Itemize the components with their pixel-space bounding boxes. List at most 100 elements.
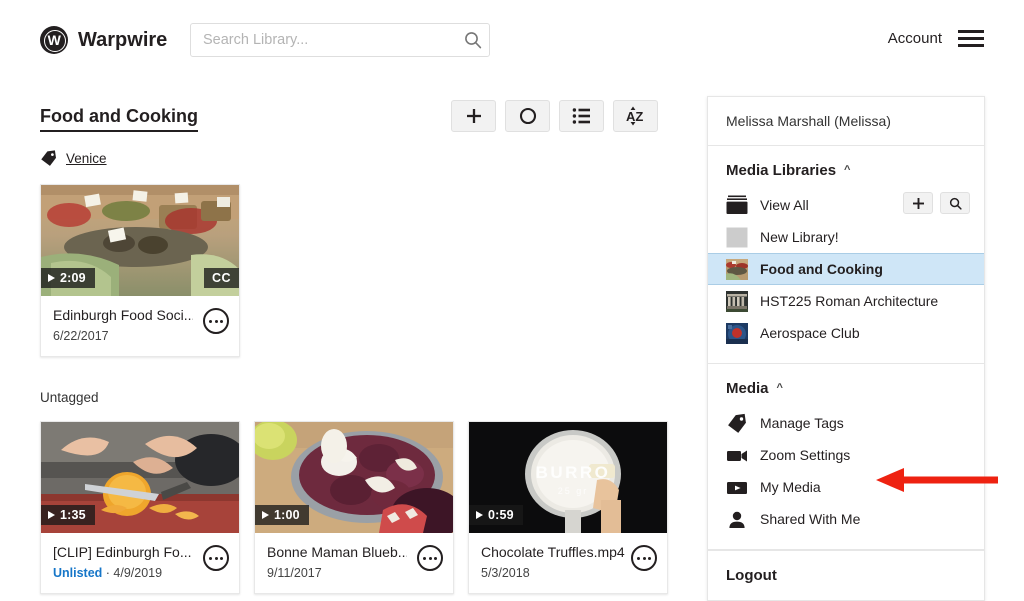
account-menu[interactable]: Account [888,30,984,47]
media-date: 4/9/2019 [113,566,163,580]
duration-badge: 2:09 [41,268,95,288]
media-card-body: Bonne Maman Blueb... 9/11/2017 [255,533,453,593]
media-card-body: [CLIP] Edinburgh Fo... Unlisted · 4/9/20… [41,533,239,593]
sidebar-item-label: Food and Cooking [760,261,883,277]
sidebar-item-label: My Media [760,479,821,495]
play-icon [262,511,269,519]
page-title: Food and Cooking [40,106,198,132]
media-thumbnail[interactable]: BURRO 25 gr 0:59 [469,422,667,533]
chevron-up-icon[interactable]: ^ [777,382,783,394]
sidebar-item-label: Shared With Me [760,511,861,527]
media-libraries-header[interactable]: Media Libraries ^ [708,146,984,189]
blank-thumbnail-icon [726,227,748,247]
media-thumbnail[interactable]: 2:09 CC [41,185,239,296]
media-options-button[interactable] [631,545,657,571]
video-camera-icon [727,450,747,461]
sidebar-item-label: Aerospace Club [760,325,860,341]
svg-text:AZ: AZ [626,109,643,124]
architecture-thumbnail-icon [726,290,748,312]
media-title[interactable]: [CLIP] Edinburgh Fo... [53,543,193,561]
meta-separator: · [102,566,114,580]
panel-username: Melissa Marshall (Melissa) [708,97,984,146]
section-title: Media [726,380,769,397]
section-title: Media Libraries [726,162,837,179]
media-options-button[interactable] [417,545,443,571]
media-options-button[interactable] [203,545,229,571]
search-libraries-button[interactable] [940,192,970,214]
play-icon [476,511,483,519]
food-thumbnail-icon [726,258,748,280]
record-button[interactable] [505,100,550,132]
tag-icon [41,150,56,166]
search-input[interactable] [191,32,457,48]
hamburger-menu-icon[interactable] [958,30,984,47]
sidebar-item-label: HST225 Roman Architecture [760,293,939,309]
brand-logo[interactable]: W Warpwire [40,26,167,54]
play-icon [48,511,55,519]
app-header: W Warpwire Account [0,0,1024,80]
media-libraries-section: Media Libraries ^ View All New Library! … [708,146,984,364]
media-title[interactable]: Edinburgh Food Soci... [53,306,193,324]
duration-badge: 0:59 [469,505,523,525]
sidebar-item-label: New Library! [760,229,839,245]
brand-initial: W [47,32,61,48]
sidebar-item-manage-tags[interactable]: Manage Tags [708,407,984,439]
warpwire-logo-icon: W [40,26,68,54]
sidebar-item-my-media[interactable]: My Media [708,471,984,503]
sort-button[interactable]: AZ [613,100,658,132]
library-toolbar: AZ [451,100,658,132]
media-title[interactable]: Bonne Maman Blueb... [267,543,407,561]
sidebar-item-hst225-roman-architecture[interactable]: HST225 Roman Architecture [708,285,984,317]
tag-group-header[interactable]: Venice [40,150,107,167]
play-icon [48,274,55,282]
media-section: Media ^ Manage Tags Zoom Settings My Med… [708,364,984,550]
status-badge: Unlisted [53,566,103,580]
list-view-button[interactable] [559,100,604,132]
media-date: 9/11/2017 [267,566,322,580]
sidebar-item-new-library[interactable]: New Library! [708,221,984,253]
svg-text:BURRO: BURRO [536,463,611,482]
search-icon[interactable] [457,31,489,49]
untagged-group-header: Untagged [40,390,99,405]
brand-name: Warpwire [78,28,168,51]
stacked-books-icon [726,195,748,214]
duration-label: 1:00 [274,508,300,522]
media-card[interactable]: 1:35 [CLIP] Edinburgh Fo... Unlisted · 4… [40,421,240,594]
media-date: 6/22/2017 [53,329,109,343]
add-library-button[interactable] [903,192,933,214]
media-thumbnail[interactable]: 1:35 [41,422,239,533]
media-card[interactable]: BURRO 25 gr 0:59 Chocolate Truffles.mp4 … [468,421,668,594]
media-options-button[interactable] [203,308,229,334]
chevron-up-icon[interactable]: ^ [844,164,850,176]
media-title[interactable]: Chocolate Truffles.mp4 [481,543,631,561]
account-label[interactable]: Account [888,30,942,47]
svg-text:25 gr: 25 gr [558,486,589,496]
media-meta: Unlisted · 4/9/2019 [53,566,227,580]
duration-label: 0:59 [488,508,514,522]
tag-label[interactable]: Venice [66,151,107,166]
duration-label: 2:09 [60,271,86,285]
tag-icon [728,413,746,433]
duration-badge: 1:35 [41,505,95,525]
sidebar-item-zoom-settings[interactable]: Zoom Settings [708,439,984,471]
sidebar-item-food-and-cooking[interactable]: Food and Cooking [708,253,984,285]
media-thumbnail[interactable]: 1:00 [255,422,453,533]
media-card[interactable]: 1:00 Bonne Maman Blueb... 9/11/2017 [254,421,454,594]
media-card-body: Edinburgh Food Soci... 6/22/2017 [41,296,239,356]
search-bar[interactable] [190,23,490,57]
media-header[interactable]: Media ^ [708,364,984,407]
sidebar-item-label: Zoom Settings [760,447,851,463]
media-card-body: Chocolate Truffles.mp4 5/3/2018 [469,533,667,593]
duration-label: 1:35 [60,508,86,522]
sidebar-item-aerospace-club[interactable]: Aerospace Club [708,317,984,349]
duration-badge: 1:00 [255,505,309,525]
media-date: 5/3/2018 [481,566,530,580]
captions-badge: CC [203,268,239,288]
aerospace-thumbnail-icon [726,322,748,344]
sidebar-item-shared-with-me[interactable]: Shared With Me [708,503,984,535]
account-panel: Melissa Marshall (Melissa) Media Librari… [707,96,985,601]
logout-button[interactable]: Logout [708,550,984,600]
sidebar-item-label: Manage Tags [760,415,844,431]
media-card[interactable]: 2:09 CC Edinburgh Food Soci... 6/22/2017 [40,184,240,357]
add-button[interactable] [451,100,496,132]
